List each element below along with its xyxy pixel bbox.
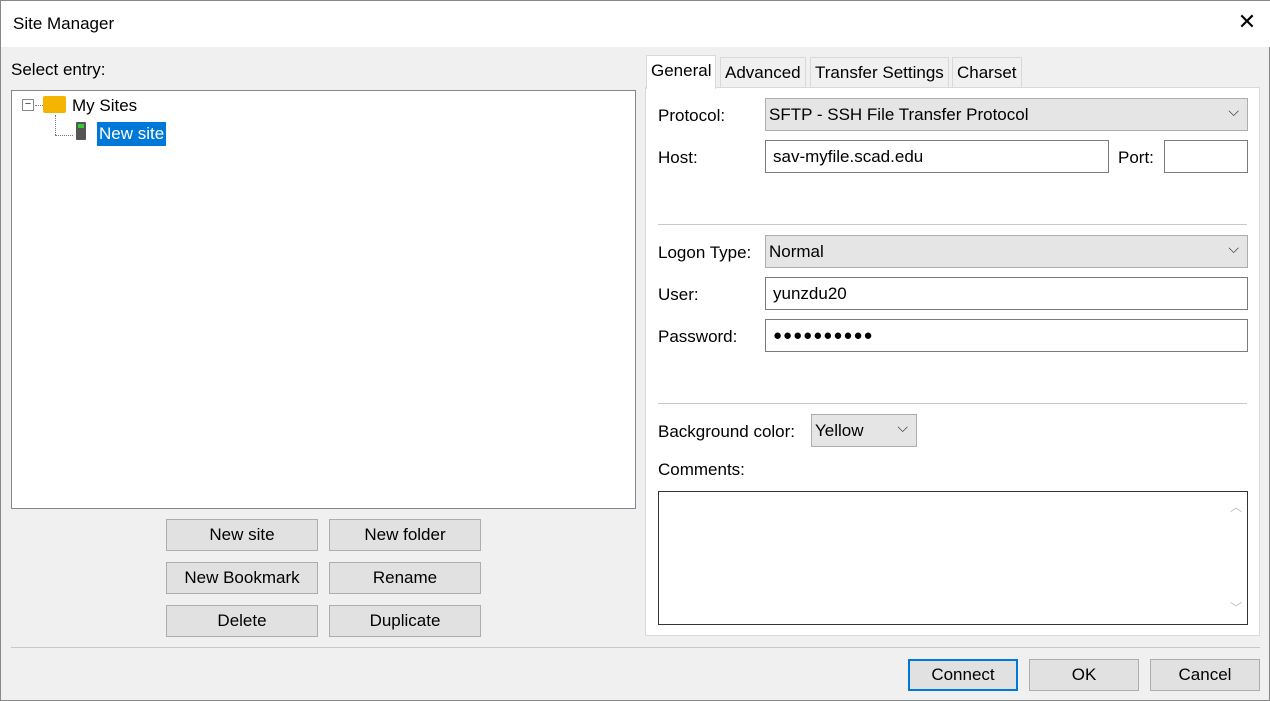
tab-advanced[interactable]: Advanced (720, 57, 806, 88)
rename-button[interactable]: Rename (329, 562, 481, 594)
title-bar (1, 1, 1270, 47)
user-label: User: (658, 285, 699, 304)
window-title: Site Manager (13, 14, 115, 33)
port-input[interactable] (1164, 140, 1248, 173)
background-color-select[interactable]: Yellow ⌵ (811, 414, 917, 447)
logon-type-value: Normal (769, 242, 824, 261)
duplicate-button[interactable]: Duplicate (329, 605, 481, 637)
folder-icon (43, 96, 66, 113)
protocol-value: SFTP - SSH File Transfer Protocol (769, 105, 1029, 124)
divider (658, 224, 1247, 225)
chevron-down-icon: ⌵ (1228, 103, 1239, 119)
new-folder-button[interactable]: New folder (329, 519, 481, 551)
chevron-down-icon: ⌵ (897, 419, 908, 435)
protocol-select[interactable]: SFTP - SSH File Transfer Protocol ⌵ (765, 98, 1248, 131)
select-entry-label: Select entry: (11, 60, 106, 79)
background-color-value: Yellow (815, 421, 864, 440)
port-label: Port: (1118, 148, 1154, 167)
logon-type-label: Logon Type: (658, 243, 752, 262)
tab-transfer-settings[interactable]: Transfer Settings (810, 57, 949, 88)
host-input[interactable]: sav-myfile.scad.edu (765, 140, 1109, 173)
tab-general[interactable]: General (646, 55, 717, 89)
password-label: Password: (658, 327, 738, 346)
connect-button[interactable]: Connect (908, 659, 1018, 691)
tree-item-my-sites[interactable]: My Sites (72, 96, 137, 116)
server-icon (76, 122, 86, 140)
background-color-label: Background color: (658, 422, 796, 441)
site-tree[interactable]: − My Sites New site (11, 90, 636, 509)
comments-textarea[interactable]: ︿ ﹀ (658, 491, 1248, 625)
logon-type-select[interactable]: Normal ⌵ (765, 235, 1248, 268)
divider (658, 403, 1247, 404)
footer-divider (11, 647, 1260, 648)
close-icon[interactable]: ✕ (1235, 9, 1259, 35)
ok-button[interactable]: OK (1029, 659, 1139, 691)
new-bookmark-button[interactable]: New Bookmark (166, 562, 318, 594)
protocol-label: Protocol: (658, 106, 726, 125)
comments-label: Comments: (658, 460, 745, 479)
tab-charset[interactable]: Charset (952, 57, 1022, 88)
cancel-button[interactable]: Cancel (1150, 659, 1260, 691)
scrollbar[interactable]: ︿ ﹀ (1225, 492, 1247, 624)
collapse-icon[interactable]: − (22, 99, 34, 111)
host-label: Host: (658, 148, 698, 167)
chevron-down-icon: ⌵ (1228, 240, 1239, 256)
new-site-button[interactable]: New site (166, 519, 318, 551)
tree-item-new-site[interactable]: New site (97, 122, 167, 146)
delete-button[interactable]: Delete (166, 605, 318, 637)
password-input[interactable]: ●●●●●●●●●● (765, 319, 1248, 352)
user-input[interactable]: yunzdu20 (765, 277, 1248, 310)
